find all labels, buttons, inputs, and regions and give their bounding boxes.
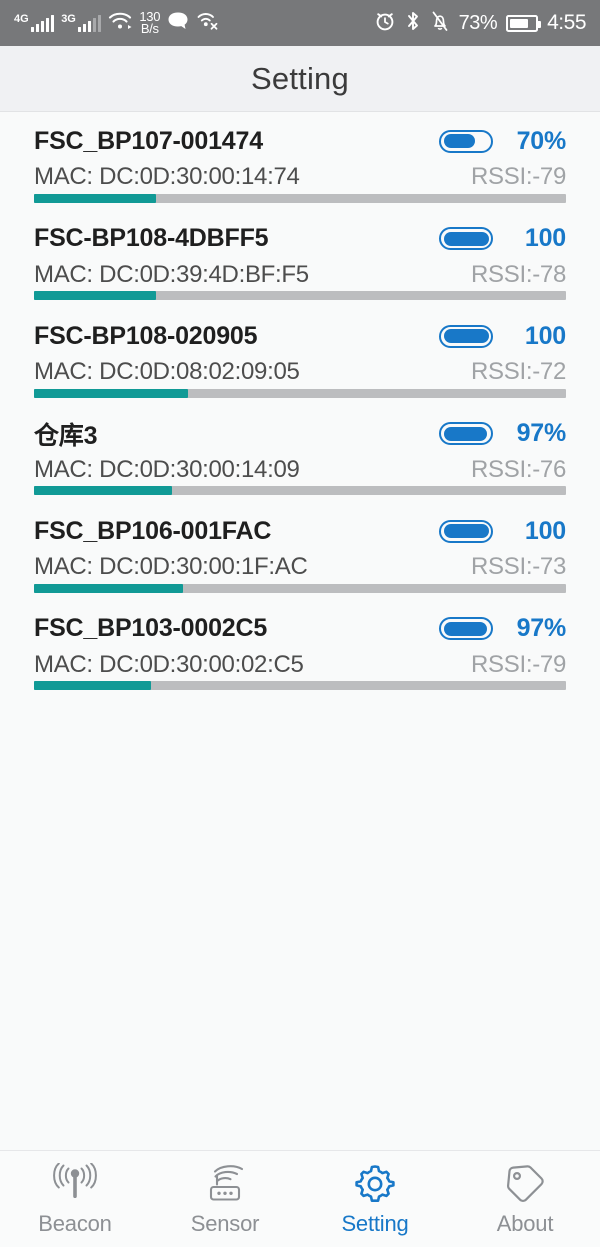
tab-label: About (496, 1210, 554, 1236)
signal-bars-icon-2 (77, 14, 102, 32)
device-list-item[interactable]: FSC_BP106-001FAC 100 MAC: DC:0D:30:00:1F:A… (0, 502, 600, 600)
device-mac-address: MAC: DC:0D:08:02:09:05 (34, 358, 300, 385)
device-name: FSC-BP108-020905 (34, 321, 258, 350)
signal-progress-bar (34, 681, 566, 690)
device-rssi: RSSI:-73 (471, 553, 566, 580)
device-battery: 97% (439, 614, 566, 643)
signal-progress-bar (34, 583, 566, 593)
status-bar-left: 4G 3G 130 B/s (14, 10, 220, 36)
battery-value: 100 (524, 224, 566, 252)
device-list-item[interactable]: FSC-BP108-020905 100 MAC: DC:0D:08:02:09:0… (0, 307, 600, 405)
bluetooth-icon (405, 10, 421, 37)
battery-level-icon (439, 324, 493, 348)
signal-progress-bar (34, 193, 566, 203)
wifi-icon (108, 11, 132, 36)
battery-value: 97% (516, 419, 567, 447)
cellular-signal-2: 3G (61, 13, 102, 32)
device-mac-address: MAC: DC:0D:30:00:02:C5 (34, 650, 304, 678)
cellular-signal-1: 4G (14, 13, 55, 32)
battery-value: 97% (516, 614, 567, 642)
bottom-navigation: Beacon Sensor Setting About (0, 1150, 600, 1247)
battery-level-icon (439, 129, 493, 153)
device-mac-address: MAC: DC:0D:30:00:14:74 (34, 163, 300, 190)
device-list-item[interactable]: FSC_BP107-001474 70% MAC: DC:0D:30:00:14:7… (0, 112, 600, 210)
status-bar: 4G 3G 130 B/s 73% 4:55 (0, 0, 600, 46)
status-bar-right: 73% 4:55 (374, 10, 586, 37)
battery-percent-label: 73% (458, 11, 498, 34)
battery-value: 70% (516, 126, 567, 155)
tab-sensor[interactable]: Sensor (150, 1151, 300, 1247)
device-list-item[interactable]: FSC-BP108-4DBFF5 100 MAC: DC:0D:39:4D:BF:F… (0, 210, 600, 308)
app-screen: 4G 3G 130 B/s 73% 4:55 Setting FSC_BP107… (0, 0, 600, 1247)
network-generation-label-2: 3G (61, 13, 76, 25)
data-rate-indicator: 130 B/s (139, 10, 160, 36)
device-rssi: RSSI:-76 (471, 455, 566, 483)
sensor-router-icon (201, 1162, 249, 1206)
tab-label: Sensor (190, 1210, 260, 1236)
battery-icon (506, 14, 542, 32)
device-name: FSC_BP103-0002C5 (34, 614, 268, 642)
device-battery: 100 (439, 322, 566, 351)
signal-progress-bar (34, 486, 566, 495)
device-name: FSC_BP107-001474 (34, 126, 263, 155)
device-mac-address: MAC: DC:0D:30:00:1F:AC (34, 553, 308, 580)
device-battery: 100 (439, 224, 566, 253)
battery-value: 100 (524, 516, 566, 545)
alarm-clock-icon (374, 10, 396, 37)
battery-value: 100 (524, 321, 566, 350)
device-rssi: RSSI:-79 (471, 650, 566, 678)
clock-label: 4:55 (547, 11, 586, 34)
battery-level-icon (439, 519, 493, 543)
tab-label: Setting (341, 1210, 409, 1236)
battery-level-icon (439, 617, 493, 640)
tab-label: Beacon (38, 1210, 112, 1236)
bell-muted-icon (430, 10, 450, 37)
network-generation-label: 4G (14, 13, 29, 25)
tag-icon (501, 1162, 549, 1206)
beacon-antenna-icon (51, 1162, 99, 1206)
device-name: FSC_BP106-001FAC (34, 516, 272, 545)
device-rssi: RSSI:-78 (471, 260, 566, 288)
device-list-item[interactable]: FSC_BP103-0002C5 97% MAC: DC:0D:30:00:02:C… (0, 600, 600, 698)
battery-level-icon (439, 227, 493, 250)
tab-beacon[interactable]: Beacon (0, 1151, 150, 1247)
device-name: FSC-BP108-4DBFF5 (34, 224, 269, 252)
device-mac-address: MAC: DC:0D:39:4D:BF:F5 (34, 260, 309, 288)
device-list-item[interactable]: 仓库3 97% MAC: DC:0D:30:00:14:09 RSSI:-76 (0, 405, 600, 503)
tab-setting[interactable]: Setting (300, 1151, 450, 1247)
device-name: 仓库3 (34, 421, 98, 450)
signal-progress-bar (34, 291, 566, 300)
tab-about[interactable]: About (450, 1151, 600, 1247)
location-off-icon (196, 11, 220, 36)
battery-level-icon (439, 422, 493, 445)
chat-bubble-icon (167, 11, 189, 36)
device-battery: 70% (439, 127, 566, 156)
device-list[interactable]: FSC_BP107-001474 70% MAC: DC:0D:30:00:14:7… (0, 112, 600, 1150)
device-mac-address: MAC: DC:0D:30:00:14:09 (34, 455, 300, 483)
app-header: Setting (0, 46, 600, 112)
page-title: Setting (251, 60, 349, 96)
data-rate-unit: B/s (140, 21, 159, 36)
device-rssi: RSSI:-79 (471, 163, 566, 190)
device-rssi: RSSI:-72 (471, 358, 566, 385)
gear-icon (351, 1162, 399, 1206)
signal-progress-bar (34, 388, 566, 398)
signal-bars-icon (30, 14, 55, 32)
device-battery: 97% (439, 419, 566, 448)
device-battery: 100 (439, 517, 566, 546)
